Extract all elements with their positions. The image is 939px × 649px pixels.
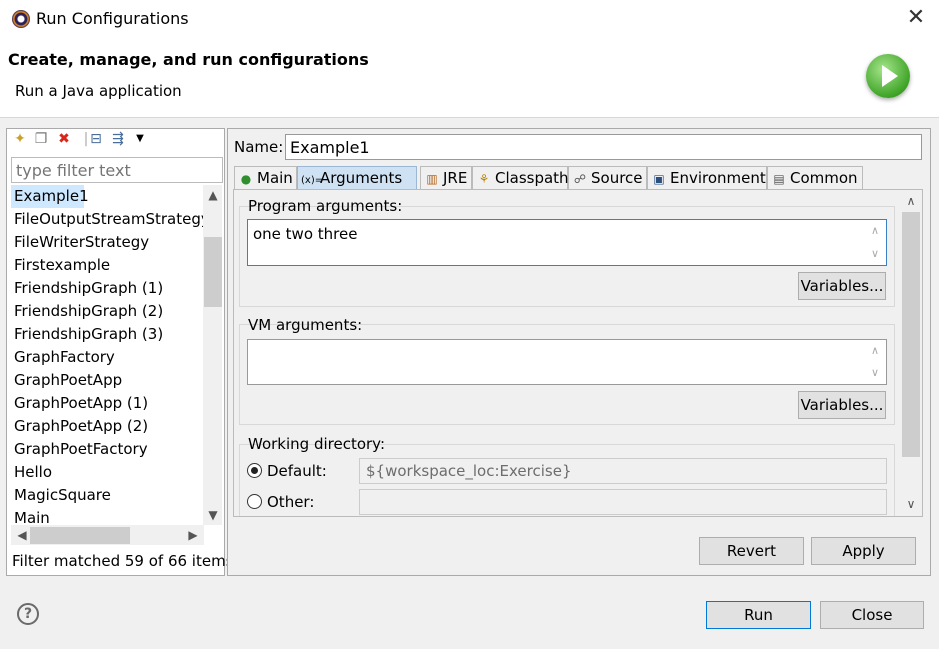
tab-label: Environment (670, 169, 766, 187)
duplicate-icon[interactable]: ❐ (33, 130, 49, 148)
list-item[interactable]: Firstexample (11, 254, 110, 277)
window-title: Run Configurations (36, 9, 189, 28)
collapse-all-icon[interactable]: ⊟ (88, 130, 104, 148)
tab-arguments[interactable]: (x)=Arguments (297, 166, 417, 190)
list-item[interactable]: Hello (11, 461, 52, 484)
tab-environment[interactable]: ▣ Environment (647, 166, 767, 190)
scroll-left-icon[interactable]: ◀ (14, 528, 30, 542)
tab-label: Source (591, 169, 643, 187)
name-field[interactable] (285, 134, 922, 160)
run-banner-icon (866, 54, 910, 98)
scroll-up-icon[interactable]: ∧ (866, 344, 884, 357)
header-subtitle: Run a Java application (15, 82, 182, 100)
list-item[interactable]: GraphPoetApp (2) (11, 415, 148, 438)
main-tab-icon: ● (240, 172, 252, 186)
tab-label: JRE (443, 169, 468, 187)
name-label: Name: (234, 138, 284, 156)
program-arguments-field[interactable]: one two three (247, 219, 887, 266)
filter-input[interactable] (11, 157, 223, 183)
scroll-down-icon[interactable]: ∨ (866, 366, 884, 379)
vm-arguments-label: VM arguments: (248, 316, 363, 334)
list-item[interactable]: Example1 (11, 185, 89, 208)
other-radio[interactable] (247, 494, 262, 509)
program-variables-button[interactable]: Variables... (798, 272, 886, 300)
configuration-tree: Example1 FileOutputStreamStrategy FileWr… (11, 185, 204, 525)
program-arguments-label: Program arguments: (248, 197, 403, 215)
apply-button[interactable]: Apply (811, 537, 916, 565)
jre-tab-icon: ▥ (426, 172, 438, 186)
environment-tab-icon: ▣ (653, 172, 665, 186)
list-item[interactable]: FileOutputStreamStrategy (11, 208, 204, 231)
tab-label: Classpath (495, 169, 569, 187)
scroll-down-icon[interactable]: ∨ (903, 497, 919, 511)
scroll-right-icon[interactable]: ▶ (185, 528, 201, 542)
other-directory-field (359, 489, 887, 515)
scroll-down-icon[interactable]: ∨ (866, 247, 884, 260)
tab-jre[interactable]: ▥ JRE (420, 166, 472, 190)
list-item[interactable]: Main (11, 507, 50, 525)
new-configuration-icon[interactable]: ✦ (12, 130, 28, 148)
tab-classpath[interactable]: ⚘ Classpath (472, 166, 569, 190)
eclipse-icon (12, 10, 30, 28)
delete-icon[interactable]: ✖ (56, 130, 72, 148)
list-item[interactable]: MagicSquare (11, 484, 111, 507)
filter-icon[interactable]: ⇶ (110, 130, 126, 148)
header-title: Create, manage, and run configurations (8, 50, 369, 69)
list-item[interactable]: FriendshipGraph (2) (11, 300, 163, 323)
tab-scroll-thumb[interactable] (902, 212, 920, 457)
close-window-icon[interactable]: ✕ (904, 6, 928, 30)
tab-source[interactable]: ☍ Source (568, 166, 647, 190)
list-item[interactable]: FriendshipGraph (1) (11, 277, 163, 300)
default-directory-field: ${workspace_loc:Exercise} (359, 458, 887, 484)
tab-common[interactable]: ▤ Common (767, 166, 863, 190)
tab-label: Main (257, 169, 293, 187)
scroll-up-icon[interactable]: ▲ (205, 188, 221, 202)
default-label: Default: (267, 462, 327, 480)
list-item[interactable]: GraphPoetApp (1) (11, 392, 148, 415)
source-tab-icon: ☍ (573, 172, 587, 186)
list-hscroll-thumb[interactable] (30, 527, 130, 544)
scroll-up-icon[interactable]: ∧ (866, 224, 884, 237)
list-item[interactable]: FriendshipGraph (3) (11, 323, 163, 346)
list-item[interactable]: GraphPoetApp (11, 369, 122, 392)
list-item[interactable]: GraphFactory (11, 346, 115, 369)
filter-status-text: Filter matched 59 of 66 items (12, 552, 234, 570)
vm-arguments-field[interactable] (247, 339, 887, 385)
list-item[interactable]: GraphPoetFactory (11, 438, 148, 461)
working-directory-label: Working directory: (248, 435, 386, 453)
tab-label: Arguments (320, 169, 403, 187)
list-scroll-thumb[interactable] (204, 237, 222, 307)
tab-main[interactable]: ● Main (234, 166, 297, 190)
list-vertical-scrollbar[interactable] (203, 185, 222, 525)
scroll-up-icon[interactable]: ∧ (903, 194, 919, 208)
classpath-tab-icon: ⚘ (478, 172, 490, 186)
default-radio[interactable] (247, 463, 262, 478)
tab-label: Common (790, 169, 858, 187)
revert-button[interactable]: Revert (699, 537, 804, 565)
vm-variables-button[interactable]: Variables... (798, 391, 886, 419)
close-button[interactable]: Close (820, 601, 924, 629)
other-label: Other: (267, 493, 315, 511)
list-item[interactable]: FileWriterStrategy (11, 231, 149, 254)
view-menu-chevron-down-icon[interactable]: ▼ (132, 130, 148, 148)
dialog-header: Create, manage, and run configurations R… (0, 38, 939, 118)
common-tab-icon: ▤ (773, 172, 785, 186)
run-button[interactable]: Run (706, 601, 811, 629)
scroll-down-icon[interactable]: ▼ (205, 508, 221, 522)
help-icon[interactable]: ? (17, 603, 39, 625)
